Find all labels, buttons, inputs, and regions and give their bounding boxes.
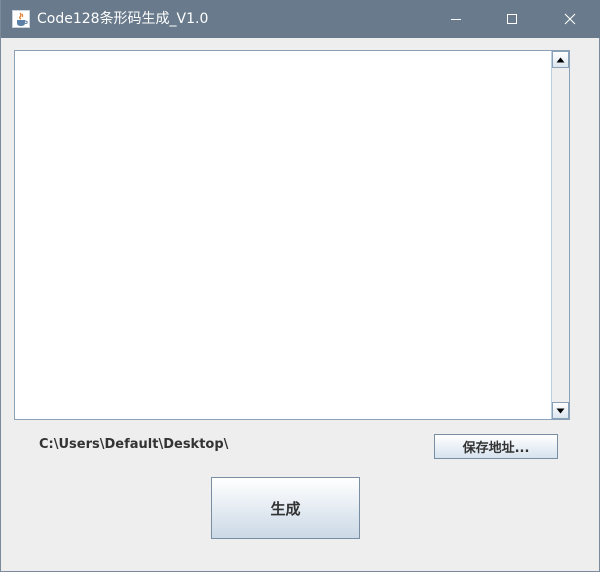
scroll-track[interactable] xyxy=(552,68,569,402)
barcode-text-area[interactable] xyxy=(14,50,570,420)
scroll-up-icon[interactable] xyxy=(552,51,569,68)
save-path-label: C:\Users\Default\Desktop\ xyxy=(39,437,229,452)
save-location-button[interactable]: 保存地址... xyxy=(434,434,558,459)
maximize-icon[interactable] xyxy=(489,0,535,38)
minimize-icon[interactable] xyxy=(433,0,479,38)
generate-button[interactable]: 生成 xyxy=(211,477,360,539)
window-title: Code128条形码生成_V1.0 xyxy=(37,11,209,27)
close-icon[interactable] xyxy=(547,0,593,38)
title-bar[interactable]: Code128条形码生成_V1.0 xyxy=(1,0,600,38)
app-window: Code128条形码生成_V1.0 C:\Users\Default\Deskt… xyxy=(0,0,600,572)
vertical-scrollbar[interactable] xyxy=(551,51,569,419)
scroll-down-icon[interactable] xyxy=(552,402,569,419)
java-cup-icon xyxy=(12,10,30,28)
